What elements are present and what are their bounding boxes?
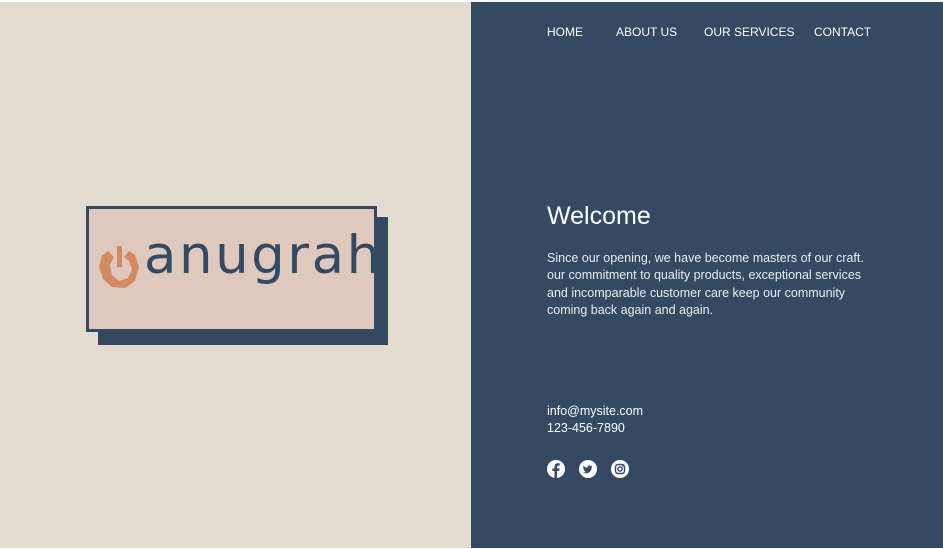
logo-mark-icon	[99, 246, 139, 288]
page: anugrah HOME ABOUT US OUR SERVICES CONTA…	[0, 2, 943, 548]
contact-phone[interactable]: 123-456-7890	[547, 421, 625, 435]
description-line: coming back again and again.	[547, 302, 714, 317]
twitter-icon[interactable]	[579, 460, 597, 478]
description-line: our commitment to quality products, exce…	[547, 268, 862, 283]
description-line: Since our opening, we have become master…	[547, 251, 864, 265]
logo-wordmark: anugrah	[144, 225, 383, 286]
left-panel: anugrah	[0, 2, 471, 548]
contact-email[interactable]: info@mysite.com	[547, 404, 643, 418]
nav-contact-link[interactable]: CONTACT	[814, 25, 871, 39]
nav-about-link[interactable]: ABOUT US	[616, 25, 677, 39]
welcome-description: Since our opening, we have become master…	[547, 250, 887, 319]
right-panel: HOME ABOUT US OUR SERVICES CONTACT Welco…	[471, 2, 943, 548]
social-links	[547, 460, 647, 480]
nav-services-link[interactable]: OUR SERVICES	[704, 25, 794, 39]
instagram-icon[interactable]	[611, 460, 629, 478]
logo[interactable]: anugrah	[86, 206, 380, 332]
main-nav: HOME ABOUT US OUR SERVICES CONTACT	[471, 25, 943, 45]
description-line: and incomparable customer care keep our …	[547, 285, 846, 300]
nav-home-link[interactable]: HOME	[547, 25, 583, 39]
facebook-icon[interactable]	[547, 460, 565, 478]
welcome-heading: Welcome	[547, 202, 651, 230]
